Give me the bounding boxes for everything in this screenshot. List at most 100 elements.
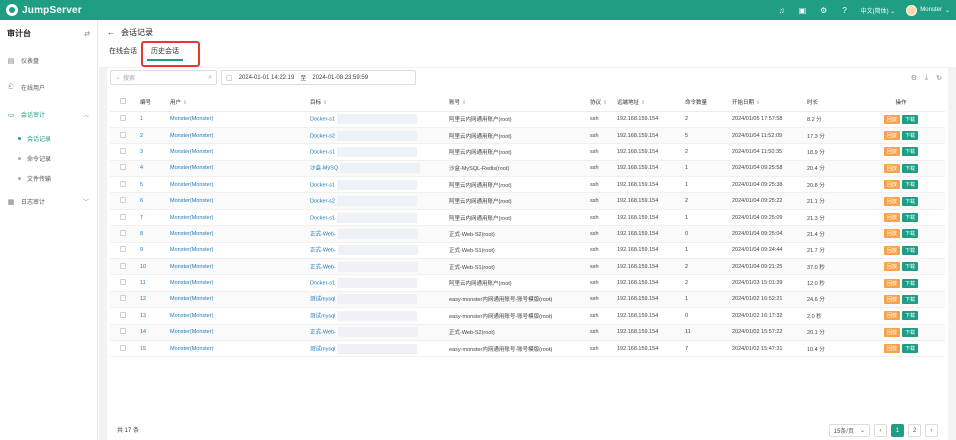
cell-target[interactable]: Docker-s2 [310,127,449,145]
cell-user[interactable]: Monster(Monster) [170,127,310,145]
cell-user[interactable]: Monster(Monster) [170,274,310,292]
app-logo[interactable]: JumpServer [0,4,100,16]
next-page-button[interactable]: › [925,424,938,437]
prev-page-button[interactable]: ‹ [874,424,887,437]
download-button[interactable]: 下载 [902,278,919,288]
collapse-toggle-icon[interactable]: ⇄ [84,30,90,38]
refresh-icon[interactable]: ↻ [936,74,942,82]
back-arrow-icon[interactable]: ← [107,28,115,37]
replay-button[interactable]: 回放 [883,131,900,141]
cell-id[interactable]: 9 [140,242,170,260]
replay-button[interactable]: 回放 [883,311,900,321]
cell-id[interactable]: 4 [140,160,170,178]
replay-button[interactable]: 回放 [883,344,900,354]
cell-target[interactable]: 测试mysql [310,291,449,309]
cell-user[interactable]: Monster(Monster) [170,209,310,227]
cell-user[interactable]: Monster(Monster) [170,111,310,128]
download-button[interactable]: 下载 [902,344,919,354]
cell-user[interactable]: Monster(Monster) [170,160,310,178]
cell-id[interactable]: 8 [140,225,170,243]
cell-id[interactable]: 12 [140,291,170,309]
sidebar-subitem-command-records[interactable]: 命令记录 [0,148,97,168]
gear-icon[interactable]: ⚙ [819,5,829,15]
cell-user[interactable]: Monster(Monster) [170,242,310,260]
cell-user[interactable]: Monster(Monster) [170,143,310,161]
replay-button[interactable]: 回放 [883,262,900,272]
target-link[interactable]: 沙盒-MySQ [310,166,338,172]
page-size-select[interactable]: 15条/页 ⌄ [828,424,870,437]
target-link[interactable]: Docker-s1 [310,149,335,155]
cell-user[interactable]: Monster(Monster) [170,340,310,358]
row-checkbox[interactable] [120,115,126,122]
download-button[interactable]: 下载 [902,131,919,141]
sidebar-subitem-session-records[interactable]: 会话记录 [0,128,97,148]
download-button[interactable]: 下载 [902,196,919,206]
target-link[interactable]: 测试mysql [310,297,335,303]
sidebar-subitem-file-transfer[interactable]: 文件传输 [0,168,97,188]
row-checkbox[interactable] [120,164,126,171]
row-checkbox[interactable] [120,311,126,318]
page-button-2[interactable]: 2 [908,424,921,437]
sidebar-item-online-users[interactable]: ඞ 在线用户 [0,74,97,101]
download-button[interactable]: 下载 [902,294,919,304]
bell-icon[interactable]: ♫ [777,5,787,15]
cell-target[interactable]: 沙盒-MySQ [310,160,449,178]
cell-id[interactable]: 13 [140,307,170,325]
row-checkbox[interactable] [120,213,126,220]
language-switch[interactable]: 中文(简体) ⌄ [861,6,896,15]
download-button[interactable]: 下载 [902,163,919,173]
cell-target[interactable]: Docker-s1 [310,143,449,161]
cell-target[interactable]: 正式-Web- [310,225,449,243]
download-button[interactable]: 下载 [902,147,919,157]
target-link[interactable]: 测试mysql [310,346,335,352]
target-link[interactable]: 正式-Web- [310,330,336,336]
cell-id[interactable]: 14 [140,324,170,341]
search-icon[interactable]: ⌕ [208,74,212,82]
cell-id[interactable]: 6 [140,192,170,210]
cell-target[interactable]: 正式-Web- [310,324,449,341]
target-link[interactable]: Docker-s1 [310,281,335,287]
page-button-1[interactable]: 1 [891,424,904,437]
target-link[interactable]: Docker-s1 [310,182,335,188]
tab-online-sessions[interactable]: 在线会话 [109,47,137,61]
column-header-user[interactable]: 用户 ⇕ [170,94,310,112]
download-button[interactable]: 下载 [902,245,919,255]
cell-target[interactable]: 正式-Web- [310,242,449,260]
download-button[interactable]: 下载 [902,327,919,337]
row-checkbox[interactable] [120,295,126,302]
download-button[interactable]: 下载 [902,229,919,239]
cell-id[interactable]: 3 [140,143,170,161]
target-link[interactable]: Docker-s1 [310,117,335,123]
cell-id[interactable]: 7 [140,209,170,227]
settings-icon[interactable]: ⚙ [911,74,917,82]
cell-user[interactable]: Monster(Monster) [170,307,310,325]
download-button[interactable]: 下载 [902,262,919,272]
help-icon[interactable]: ? [840,5,850,15]
replay-button[interactable]: 回放 [883,213,900,223]
cell-user[interactable]: Monster(Monster) [170,192,310,210]
replay-button[interactable]: 回放 [883,180,900,190]
download-button[interactable]: 下载 [902,114,919,124]
download-icon[interactable]: ⤓ [925,74,928,82]
replay-button[interactable]: 回放 [883,196,900,206]
sidebar-item-session-audit[interactable]: ▭ 会话审计 ︿ [0,101,97,128]
row-checkbox[interactable] [120,229,126,236]
row-checkbox[interactable] [120,344,126,351]
target-link[interactable]: Docker-s1 [310,215,335,221]
row-checkbox[interactable] [120,328,126,335]
download-button[interactable]: 下载 [902,311,919,321]
column-header-target[interactable]: 目标 ⇕ [310,94,449,112]
cell-target[interactable]: 测试mysql [310,307,449,325]
cell-id[interactable]: 2 [140,127,170,145]
replay-button[interactable]: 回放 [883,114,900,124]
column-header-account[interactable]: 账号 ⇕ [449,94,590,112]
column-header-remote-addr[interactable]: 远端地址 ⇕ [617,94,685,112]
row-checkbox[interactable] [120,131,126,138]
row-checkbox[interactable] [120,262,126,269]
row-checkbox[interactable] [120,147,126,154]
replay-button[interactable]: 回放 [883,327,900,337]
column-header-protocol[interactable]: 协议 ⇕ [590,94,617,112]
cell-id[interactable]: 5 [140,176,170,194]
cell-target[interactable]: Docker-s1 [310,111,449,128]
cell-target[interactable]: Docker-s1 [310,274,449,292]
